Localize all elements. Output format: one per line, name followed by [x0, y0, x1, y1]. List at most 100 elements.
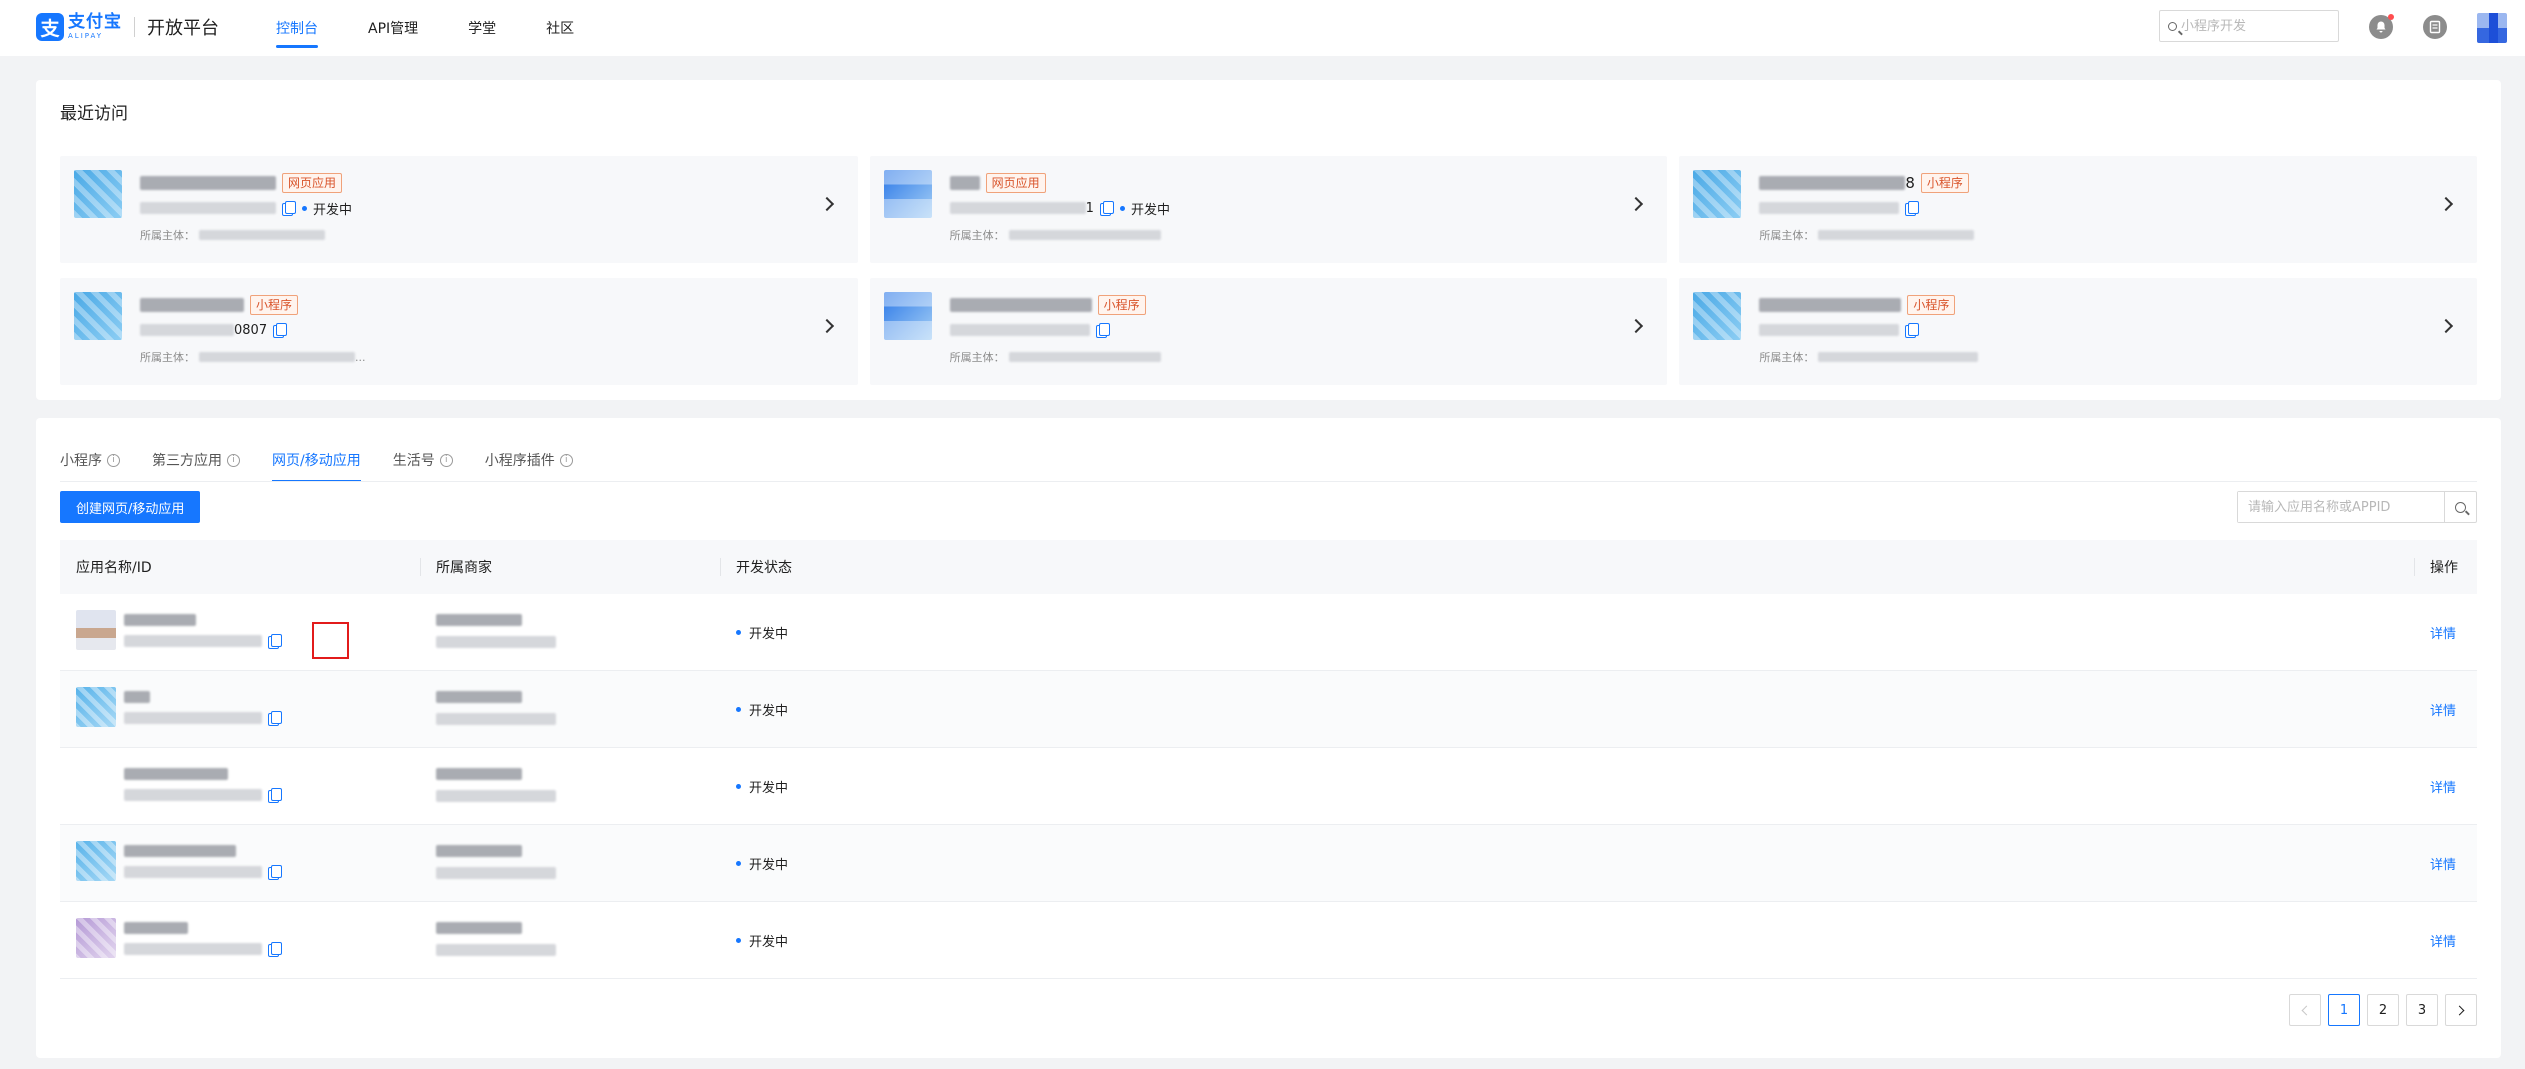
- recent-item[interactable]: 网页应用 1 开发中 所属主体：: [869, 156, 1668, 263]
- chevron-right-icon[interactable]: [2438, 196, 2454, 212]
- details-link[interactable]: 详情: [2430, 777, 2456, 796]
- copy-icon[interactable]: [1095, 323, 1110, 338]
- logo-wordmark: 支付宝 ALIPAY: [68, 14, 122, 40]
- details-link[interactable]: 详情: [2430, 931, 2456, 950]
- chevron-right-icon[interactable]: [1629, 318, 1644, 334]
- blurred-app-id: [949, 202, 1086, 214]
- info-icon[interactable]: i: [227, 453, 240, 467]
- column-header-merchant: 所属商家: [436, 560, 492, 576]
- nav-api-management[interactable]: API管理: [348, 0, 438, 56]
- chevron-right-icon[interactable]: [2438, 318, 2454, 334]
- header-search-input[interactable]: [2181, 18, 2321, 34]
- copy-icon[interactable]: [268, 942, 282, 957]
- blurred-app-name: [124, 922, 188, 934]
- nav-console[interactable]: 控制台: [256, 0, 338, 56]
- recent-item[interactable]: 网页应用 开发中 所属主体：: [60, 156, 858, 263]
- user-avatar[interactable]: [2477, 13, 2507, 43]
- app-thumbnail: [74, 292, 122, 340]
- copy-icon[interactable]: [268, 634, 282, 649]
- blurred-merchant-id: [436, 944, 556, 956]
- copy-icon[interactable]: [268, 788, 282, 803]
- app-type-tag: 小程序: [1097, 295, 1146, 315]
- details-link[interactable]: 详情: [2430, 700, 2456, 719]
- recent-visits-card: 最近访问 网页应用 开发中 所属主体： 网页应用 1 开发中 所属主体： 8 小…: [36, 80, 2501, 400]
- notification-bell-icon[interactable]: [2369, 14, 2394, 39]
- blurred-merchant-name: [436, 922, 522, 934]
- blurred-app-name: [140, 298, 244, 312]
- details-link[interactable]: 详情: [2430, 623, 2456, 642]
- blurred-app-name: [1759, 176, 1906, 190]
- info-icon[interactable]: i: [439, 453, 453, 467]
- blurred-app-id: [140, 202, 276, 214]
- tab-mini-program[interactable]: 小程序 i: [60, 438, 120, 482]
- copy-icon[interactable]: [1905, 201, 1920, 216]
- bell-icon: [2376, 21, 2386, 33]
- app-thumbnail: [1693, 292, 1742, 340]
- copy-icon[interactable]: [1099, 201, 1114, 216]
- copy-icon[interactable]: [268, 865, 282, 880]
- recent-item[interactable]: 小程序 所属主体：: [1679, 278, 2477, 385]
- blurred-merchant-name: [436, 845, 522, 857]
- table-header: 应用名称/ID 所属商家 开发状态 操作: [60, 540, 2477, 594]
- copy-icon[interactable]: [282, 201, 296, 216]
- tab-label: 网页/移动应用: [272, 453, 361, 469]
- blurred-app-name: [124, 614, 196, 626]
- blurred-app-name: [124, 691, 150, 703]
- chevron-right-icon[interactable]: [819, 318, 834, 334]
- tab-third-party-app[interactable]: 第三方应用 i: [152, 438, 240, 482]
- app-search-input[interactable]: [2238, 492, 2444, 522]
- owner-label: 所属主体：: [140, 351, 195, 364]
- header-search[interactable]: [2159, 10, 2339, 42]
- dev-status: 开发中: [749, 627, 789, 642]
- details-link[interactable]: 详情: [2430, 854, 2456, 873]
- blurred-app-id: [949, 324, 1090, 336]
- info-icon[interactable]: i: [107, 453, 120, 467]
- recent-item[interactable]: 8 小程序 所属主体：: [1679, 156, 2477, 263]
- copy-icon[interactable]: [268, 711, 282, 726]
- column-header-name: 应用名称/ID: [76, 560, 152, 576]
- copy-icon[interactable]: [273, 323, 288, 338]
- app-thumbnail: [76, 764, 116, 804]
- tab-life-account[interactable]: 生活号 i: [393, 438, 453, 482]
- app-search-button[interactable]: [2444, 492, 2476, 522]
- alipay-logo[interactable]: 支 支付宝 ALIPAY 开放平台: [36, 13, 219, 41]
- column-header-status: 开发状态: [736, 560, 792, 576]
- recent-item[interactable]: 小程序 所属主体：: [869, 278, 1668, 385]
- app-type-tag: 网页应用: [282, 173, 343, 193]
- recent-visits-grid: 网页应用 开发中 所属主体： 网页应用 1 开发中 所属主体： 8 小程序 所属…: [60, 156, 2477, 385]
- tab-label: 小程序插件: [484, 453, 555, 469]
- chevron-left-icon: [2301, 1005, 2312, 1015]
- page-button[interactable]: 2: [2367, 994, 2399, 1026]
- page-button[interactable]: 1: [2328, 994, 2360, 1026]
- chevron-right-icon[interactable]: [1629, 196, 1644, 212]
- app-thumbnail: [76, 841, 116, 881]
- create-web-mobile-app-button[interactable]: 创建网页/移动应用: [60, 491, 201, 523]
- nav-community[interactable]: 社区: [526, 0, 594, 56]
- recent-visits-title: 最近访问: [60, 104, 128, 124]
- info-icon[interactable]: i: [559, 453, 573, 467]
- blurred-app-name: [949, 176, 980, 190]
- app-thumbnail: [76, 610, 116, 650]
- next-page-button[interactable]: [2445, 994, 2477, 1026]
- blurred-merchant-id: [436, 867, 556, 879]
- document-icon[interactable]: [2423, 15, 2447, 39]
- blurred-owner: [1008, 352, 1161, 362]
- prev-page-button[interactable]: [2289, 994, 2321, 1026]
- nav-academy[interactable]: 学堂: [448, 0, 516, 56]
- owner-label: 所属主体：: [949, 229, 1005, 242]
- owner-label: 所属主体：: [1759, 351, 1815, 364]
- owner-label: 所属主体：: [140, 229, 195, 242]
- tab-divider: [60, 481, 2477, 482]
- chevron-right-icon: [2454, 1005, 2465, 1015]
- owner-label: 所属主体：: [949, 351, 1005, 364]
- tab-mini-program-plugin[interactable]: 小程序插件 i: [485, 438, 573, 482]
- tab-web-mobile-app[interactable]: 网页/移动应用: [272, 438, 361, 482]
- copy-icon[interactable]: [1905, 323, 1920, 338]
- chevron-right-icon[interactable]: [819, 196, 834, 212]
- app-thumbnail: [76, 687, 116, 727]
- blurred-app-id: [124, 712, 262, 724]
- page-button[interactable]: 3: [2406, 994, 2438, 1026]
- recent-item[interactable]: 小程序 0807 所属主体： ...: [60, 278, 858, 385]
- blurred-app-name: [140, 176, 276, 190]
- app-thumbnail: [883, 292, 932, 340]
